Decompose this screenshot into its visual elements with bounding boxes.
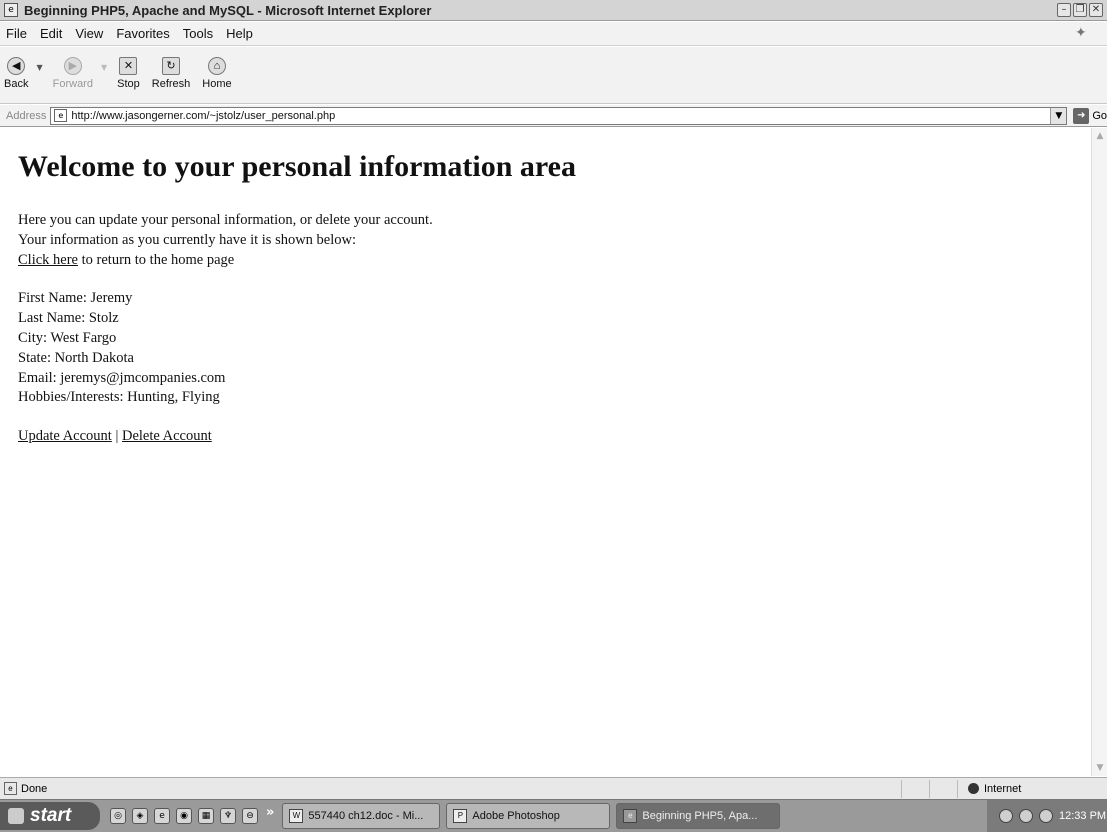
refresh-label: Refresh (151, 78, 191, 90)
home-button[interactable]: ⌂ Home (202, 57, 232, 90)
close-button[interactable]: ✕ (1089, 3, 1103, 17)
network-icon[interactable] (999, 809, 1013, 823)
delete-account-link[interactable]: Delete Account (122, 428, 212, 444)
address-bar: Address e http://www.jasongerner.com/~js… (0, 105, 1107, 127)
quicklaunch-more-icon[interactable]: » (266, 805, 274, 820)
taskbar: start ◎ ◈ e ◉ ▦ ♆ ⊖ » W 557440 ch12.doc … (0, 799, 1107, 832)
photoshop-icon: P (453, 809, 468, 823)
menu-tools[interactable]: Tools (183, 26, 213, 41)
field-hobbies: Hobbies/Interests: Hunting, Flying (18, 389, 220, 406)
quicklaunch-app-icon[interactable]: ♆ (220, 808, 236, 824)
status-cell (901, 779, 929, 798)
clock[interactable]: 12:33 PM (1059, 810, 1106, 822)
menu-favorites[interactable]: Favorites (116, 26, 169, 41)
status-bar: e Done Internet (0, 777, 1107, 799)
windows-logo-icon: ✦ (1075, 25, 1087, 41)
back-dropdown-icon[interactable]: ▼ (36, 63, 42, 72)
address-url[interactable]: http://www.jasongerner.com/~jstolz/user_… (71, 110, 1050, 122)
field-first-name: First Name: Jeremy (18, 290, 133, 307)
start-button[interactable]: start (0, 802, 100, 830)
back-label: Back (4, 78, 29, 90)
taskbar-item-ie[interactable]: e Beginning PHP5, Apa... (616, 803, 781, 829)
intro-line-1: Here you can update your personal inform… (18, 212, 433, 228)
status-cell (929, 779, 957, 798)
quicklaunch-app-icon[interactable]: ◎ (110, 808, 126, 824)
title-bar: e Beginning PHP5, Apache and MySQL - Mic… (0, 0, 1107, 21)
field-city: City: West Fargo (18, 329, 117, 346)
security-icon[interactable] (1039, 809, 1053, 823)
word-icon: W (289, 809, 304, 823)
quicklaunch-app-icon[interactable]: ◈ (132, 808, 148, 824)
stop-label: Stop (117, 78, 140, 90)
quick-launch: ◎ ◈ e ◉ ▦ ♆ ⊖ (110, 808, 258, 824)
forward-label: Forward (52, 78, 93, 90)
address-dropdown-icon[interactable]: ▼ (1050, 107, 1067, 124)
security-zone: Internet (957, 779, 1107, 798)
address-input[interactable]: e http://www.jasongerner.com/~jstolz/use… (50, 106, 1068, 125)
window-controls: – ❐ ✕ (1057, 3, 1103, 17)
home-link-line: Click here to return to the home page (18, 251, 1073, 271)
zone-label: Internet (984, 782, 1022, 795)
menu-view[interactable]: View (75, 26, 103, 41)
forward-dropdown-icon[interactable]: ▼ (101, 63, 107, 72)
system-tray: 12:33 PM (987, 799, 1107, 832)
go-label: Go (1092, 109, 1107, 122)
field-email: Email: jeremys@jmcompanies.com (18, 369, 226, 386)
update-account-link[interactable]: Update Account (18, 428, 112, 444)
link-separator: | (111, 428, 122, 445)
page-content: Welcome to your personal information are… (0, 128, 1091, 776)
standard-toolbar: ◀ Back ▼ ▶ Forward ▼ ✕ Stop ↻ Refresh ⌂ … (0, 47, 1107, 104)
click-here-link[interactable]: Click here (18, 252, 78, 268)
maximize-button[interactable]: ❐ (1073, 3, 1087, 17)
vertical-scrollbar[interactable]: ▲ ▼ (1091, 128, 1107, 776)
go-button[interactable]: ➜ Go (1073, 107, 1107, 124)
quicklaunch-app-icon[interactable]: ◉ (176, 808, 192, 824)
minimize-button[interactable]: – (1057, 3, 1071, 17)
intro-line-2: Your information as you currently have i… (18, 231, 357, 248)
menu-help[interactable]: Help (226, 26, 253, 41)
field-state: State: North Dakota (18, 349, 134, 366)
scroll-up-icon[interactable]: ▲ (1092, 128, 1107, 144)
globe-icon (968, 783, 979, 794)
taskbar-item-label: 557440 ch12.doc - Mi... (308, 810, 424, 822)
ie-app-icon[interactable]: e (4, 3, 18, 17)
page-icon: e (54, 109, 68, 122)
stop-button[interactable]: ✕ Stop (117, 57, 140, 90)
taskbar-item-word[interactable]: W 557440 ch12.doc - Mi... (282, 803, 441, 829)
refresh-icon: ↻ (162, 57, 181, 75)
quicklaunch-app-icon[interactable]: ⊖ (242, 808, 258, 824)
quicklaunch-app-icon[interactable]: ▦ (198, 808, 214, 824)
home-label: Home (202, 78, 232, 90)
taskbar-item-photoshop[interactable]: P Adobe Photoshop (446, 803, 611, 829)
home-link-suffix: to return to the home page (78, 251, 235, 268)
forward-button[interactable]: ▶ Forward (53, 57, 93, 90)
back-button[interactable]: ◀ Back (4, 57, 28, 90)
refresh-button[interactable]: ↻ Refresh (151, 57, 191, 90)
taskbar-item-label: Adobe Photoshop (472, 810, 560, 822)
account-actions: Update Account | Delete Account (18, 427, 1073, 447)
forward-arrow-icon: ▶ (63, 57, 82, 75)
windows-flag-icon (8, 808, 24, 824)
go-arrow-icon: ➜ (1073, 107, 1090, 124)
menu-bar: File Edit View Favorites Tools Help ✦ (0, 22, 1107, 46)
menu-edit[interactable]: Edit (40, 26, 62, 41)
status-page-icon: e (4, 782, 17, 795)
start-label: start (30, 805, 72, 826)
taskbar-item-label: Beginning PHP5, Apa... (642, 810, 758, 822)
ie-icon: e (623, 809, 638, 823)
home-icon: ⌂ (207, 57, 226, 75)
scroll-down-icon[interactable]: ▼ (1092, 760, 1107, 776)
window-title: Beginning PHP5, Apache and MySQL - Micro… (24, 2, 432, 18)
stop-icon: ✕ (119, 57, 138, 75)
back-arrow-icon: ◀ (7, 57, 26, 75)
menu-file[interactable]: File (6, 26, 27, 41)
address-label: Address (6, 109, 47, 122)
user-icon[interactable] (1019, 809, 1033, 823)
status-text: Done (21, 782, 48, 795)
page-title: Welcome to your personal information are… (18, 150, 576, 183)
quicklaunch-ie-icon[interactable]: e (154, 808, 170, 824)
field-last-name: Last Name: Stolz (18, 310, 119, 327)
